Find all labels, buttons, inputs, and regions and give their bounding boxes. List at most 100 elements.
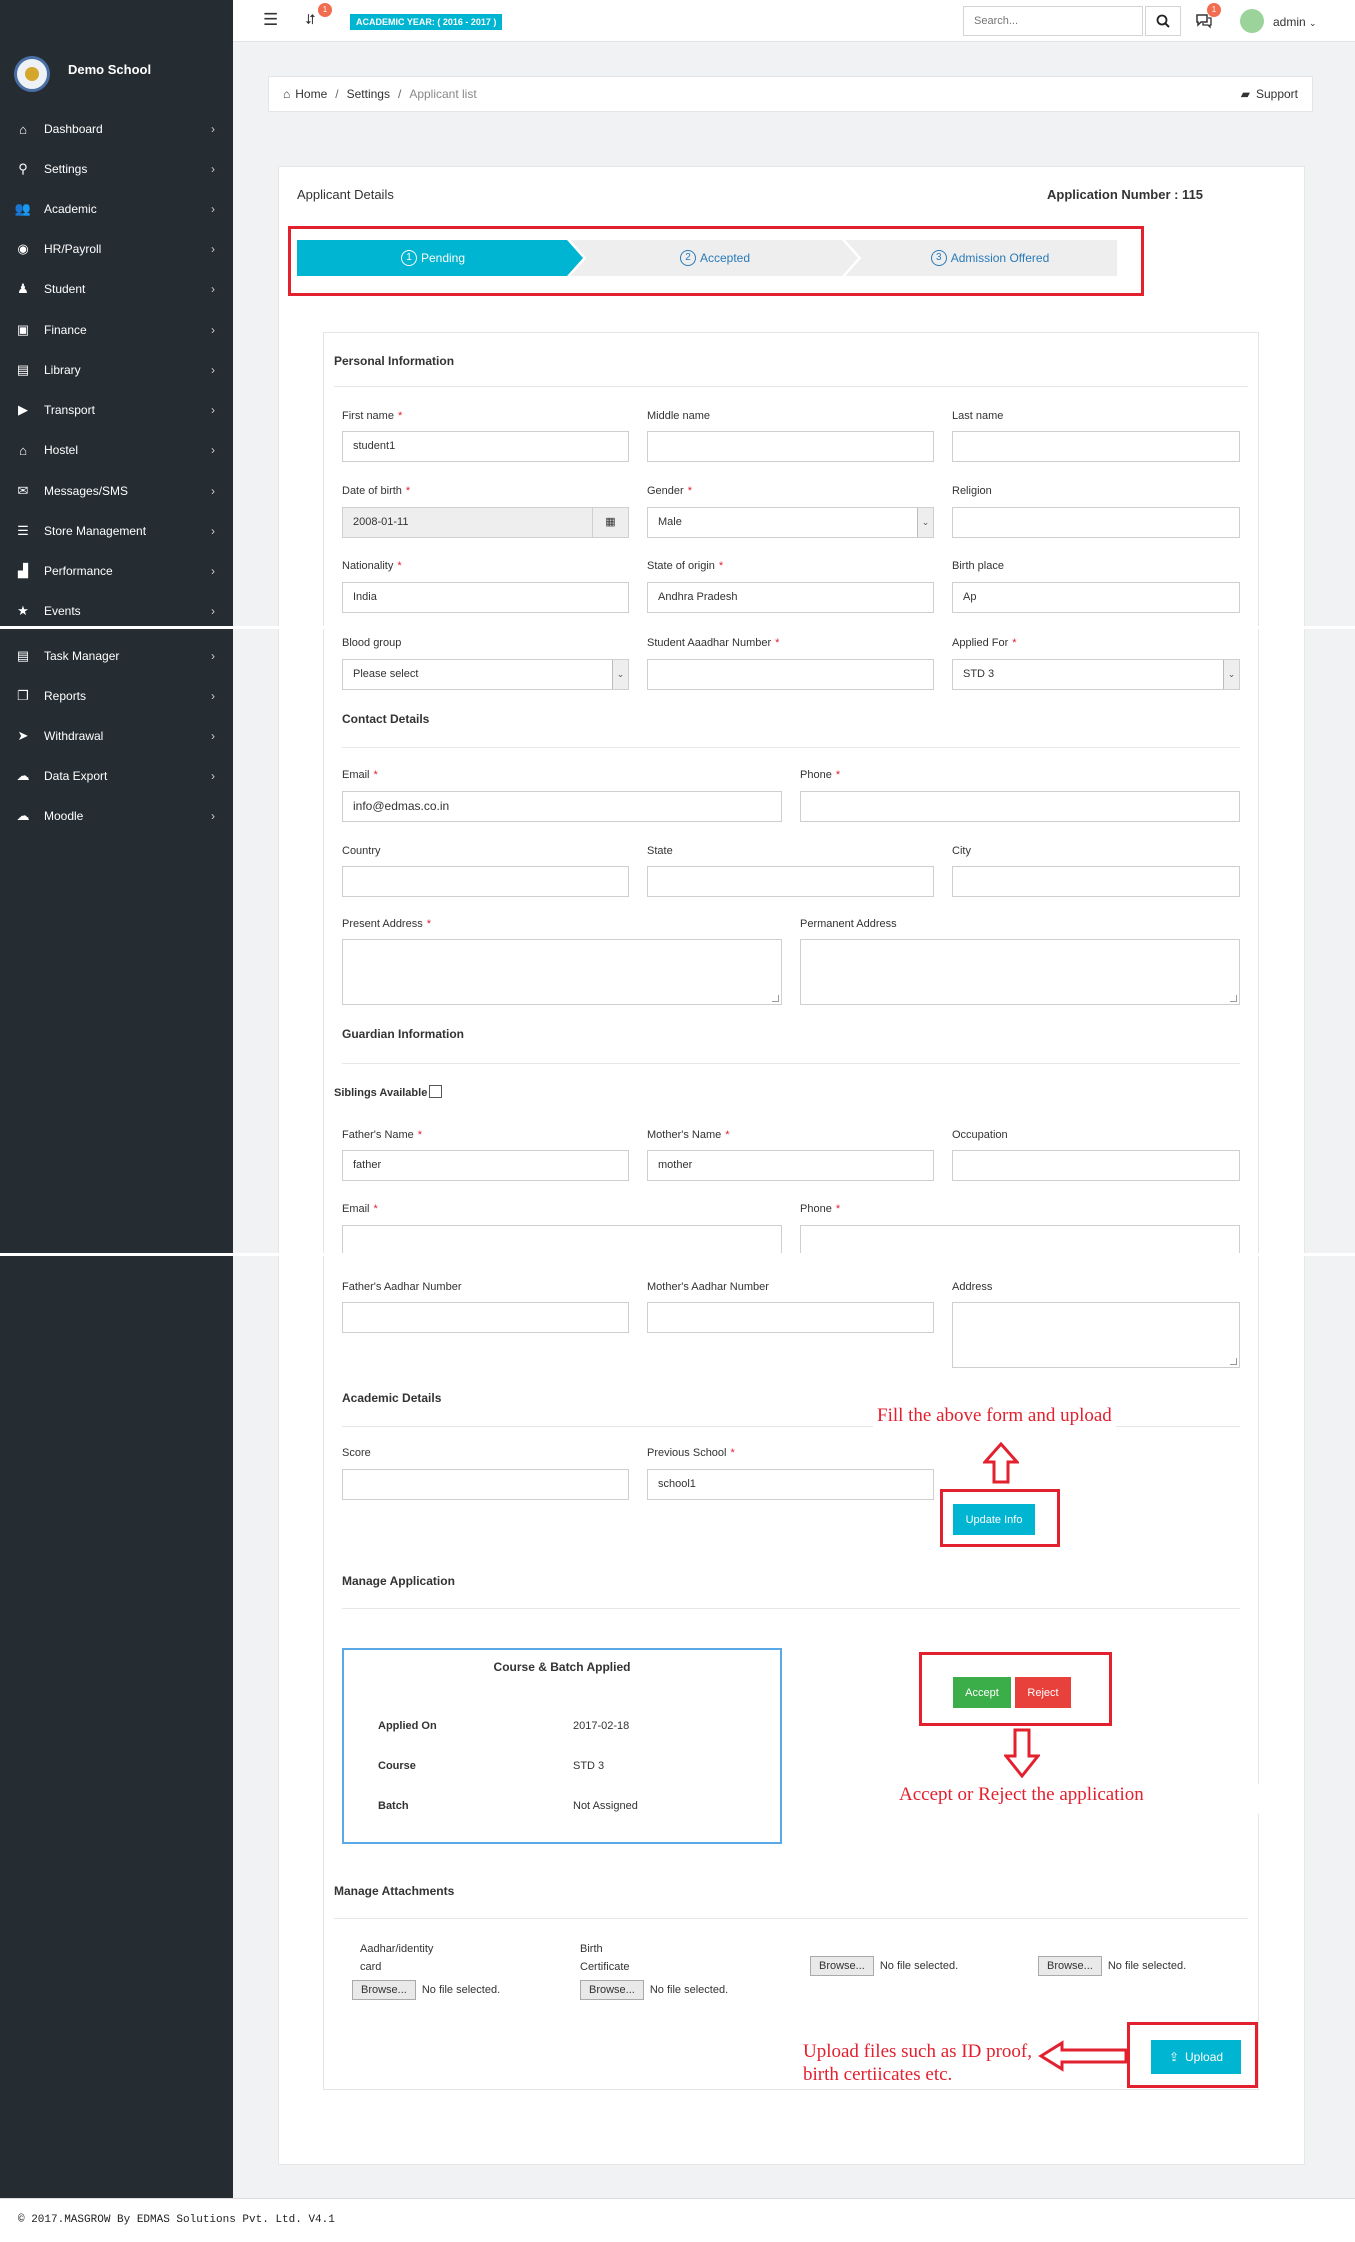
- mother-name-input[interactable]: mother: [647, 1150, 934, 1181]
- aadhar-label: Student Aaadhar Number *: [647, 637, 780, 649]
- browse-button[interactable]: Browse...: [1038, 1956, 1102, 1976]
- browse-button[interactable]: Browse...: [580, 1980, 644, 2000]
- aadhar-file-input[interactable]: Browse... No file selected.: [352, 1980, 500, 2000]
- calendar-icon[interactable]: ▦: [592, 508, 628, 537]
- sidebar-item-withdrawal[interactable]: ➤ Withdrawal ›: [0, 719, 233, 753]
- email-input[interactable]: info@edmas.co.in: [342, 791, 782, 822]
- applied-on-label: Applied On: [378, 1720, 437, 1732]
- school-logo: [14, 56, 50, 92]
- state-origin-label: State of origin *: [647, 560, 724, 572]
- occupation-input[interactable]: [952, 1150, 1240, 1181]
- sidebar-item-finance[interactable]: ▣ Finance ›: [0, 313, 233, 347]
- guardian-email-input[interactable]: [342, 1225, 782, 1256]
- footer: © 2017.MASGROW By EDMAS Solutions Pvt. L…: [0, 2198, 1355, 2242]
- siblings-checkbox[interactable]: [429, 1085, 442, 1098]
- annotation-box-wizard: [288, 226, 1144, 296]
- birth-place-input[interactable]: Ap: [952, 582, 1240, 613]
- no-file-text: No file selected.: [649, 1984, 729, 1996]
- nationality-input[interactable]: India: [342, 582, 629, 613]
- state-origin-input[interactable]: Andhra Pradesh: [647, 582, 934, 613]
- mother-aadhar-input[interactable]: [647, 1302, 934, 1333]
- sidebar-item-dashboard[interactable]: ⌂ Dashboard ›: [0, 112, 233, 146]
- menu-icon[interactable]: ☰: [263, 10, 278, 30]
- sidebar-item-hr-payroll[interactable]: ◉ HR/Payroll ›: [0, 232, 233, 266]
- gender-select[interactable]: Male ⌄: [647, 507, 934, 538]
- breadcrumb-home[interactable]: Home: [295, 87, 327, 101]
- city-input[interactable]: [952, 866, 1240, 897]
- school-name: Demo School: [68, 62, 152, 77]
- sidebar-item-reports[interactable]: ❐ Reports ›: [0, 679, 233, 713]
- score-label: Score: [342, 1447, 371, 1459]
- chevron-right-icon: ›: [211, 162, 215, 176]
- last-name-input[interactable]: [952, 431, 1240, 462]
- religion-input[interactable]: [952, 507, 1240, 538]
- browse-button[interactable]: Browse...: [810, 1956, 874, 1976]
- sidebar-item-settings[interactable]: ⚲ Settings ›: [0, 152, 233, 186]
- house-icon: ⌂: [19, 442, 27, 458]
- switch-icon[interactable]: ⮃: [305, 11, 316, 28]
- panel-title: Applicant Details: [297, 187, 394, 202]
- search-input[interactable]: [963, 6, 1143, 36]
- sidebar-item-performance[interactable]: ▟ Performance ›: [0, 554, 233, 588]
- state-input[interactable]: [647, 866, 934, 897]
- sidebar-item-transport[interactable]: ▶ Transport ›: [0, 393, 233, 427]
- file-input-3[interactable]: Browse... No file selected.: [810, 1956, 958, 1976]
- sidebar-item-task-manager[interactable]: ▤ Task Manager ›: [0, 639, 233, 673]
- sidebar-item-label: Hostel: [44, 443, 79, 457]
- academic-heading: Academic Details: [342, 1391, 442, 1405]
- guardian-phone-label: Phone *: [800, 1203, 841, 1215]
- cloud-download-icon: ☁: [16, 768, 30, 783]
- father-aadhar-input[interactable]: [342, 1302, 629, 1333]
- sidebar-item-label: Finance: [44, 323, 87, 337]
- guardian-phone-input[interactable]: [800, 1225, 1240, 1256]
- country-input[interactable]: [342, 866, 629, 897]
- applied-for-label: Applied For *: [952, 637, 1017, 649]
- support-link[interactable]: ▰ Support: [1241, 87, 1298, 101]
- arrow-down-annotation: [1004, 1728, 1040, 1778]
- phone-input[interactable]: [800, 791, 1240, 822]
- dob-input[interactable]: 2008-01-11 ▦: [342, 507, 629, 538]
- sidebar-item-student[interactable]: ♟ Student ›: [0, 272, 233, 306]
- star-icon: ★: [17, 603, 29, 618]
- father-name-input[interactable]: father: [342, 1150, 629, 1181]
- sidebar-item-library[interactable]: ▤ Library ›: [0, 353, 233, 387]
- sidebar-item-academic[interactable]: 👥 Academic ›: [0, 192, 233, 226]
- sidebar-item-messages-sms[interactable]: ✉ Messages/SMS ›: [0, 474, 233, 508]
- sidebar-item-events[interactable]: ★ Events ›: [0, 594, 233, 628]
- applied-for-select[interactable]: STD 3 ⌄: [952, 659, 1240, 690]
- search-button[interactable]: [1145, 6, 1181, 36]
- sidebar-item-moodle[interactable]: ☁ Moodle ›: [0, 799, 233, 833]
- list-icon: ☰: [17, 523, 29, 538]
- breadcrumb-settings[interactable]: Settings: [347, 87, 390, 101]
- sidebar-item-data-export[interactable]: ☁ Data Export ›: [0, 759, 233, 793]
- phone-label: Phone *: [800, 769, 841, 781]
- sidebar-item-hostel[interactable]: ⌂ Hostel ›: [0, 433, 233, 467]
- permanent-address-input[interactable]: [800, 939, 1240, 1005]
- city-label: City: [952, 845, 971, 857]
- last-name-label: Last name: [952, 410, 1004, 422]
- middle-name-input[interactable]: [647, 431, 934, 462]
- sidebar: Demo School ⌂ Dashboard › ⚲ Settings › 👥 Academ…: [0, 0, 233, 2198]
- arrow-up-annotation: [983, 1442, 1019, 1484]
- browse-button[interactable]: Browse...: [352, 1980, 416, 2000]
- avatar[interactable]: [1240, 9, 1264, 33]
- blood-group-select[interactable]: Please select ⌄: [342, 659, 629, 690]
- birth-file-input[interactable]: Browse... No file selected.: [580, 1980, 728, 2000]
- sidebar-item-store-management[interactable]: ☰ Store Management ›: [0, 514, 233, 548]
- home-icon: ⌂: [283, 87, 291, 101]
- previous-school-input[interactable]: school1: [647, 1469, 934, 1500]
- annotation-box-upload: [1127, 2022, 1258, 2088]
- aadhar-input[interactable]: [647, 659, 934, 690]
- present-address-input[interactable]: [342, 939, 782, 1005]
- address-input[interactable]: [952, 1302, 1240, 1368]
- user-menu[interactable]: admin ⌄: [1273, 15, 1317, 29]
- file-input-4[interactable]: Browse... No file selected.: [1038, 1956, 1186, 1976]
- birth-attachment-label: Birth Certificate: [580, 1943, 630, 1973]
- guardian-heading: Guardian Information: [342, 1027, 465, 1041]
- score-input[interactable]: [342, 1469, 629, 1500]
- sidebar-item-label: HR/Payroll: [44, 242, 102, 256]
- no-file-text: No file selected.: [1107, 1960, 1187, 1972]
- academic-year-badge[interactable]: ACADEMIC YEAR: ( 2016 - 2017 ): [350, 14, 503, 30]
- topbar: ☰ ⮃ 1 ACADEMIC YEAR: ( 2016 - 2017 ): [233, 0, 1355, 42]
- first-name-input[interactable]: student1: [342, 431, 629, 462]
